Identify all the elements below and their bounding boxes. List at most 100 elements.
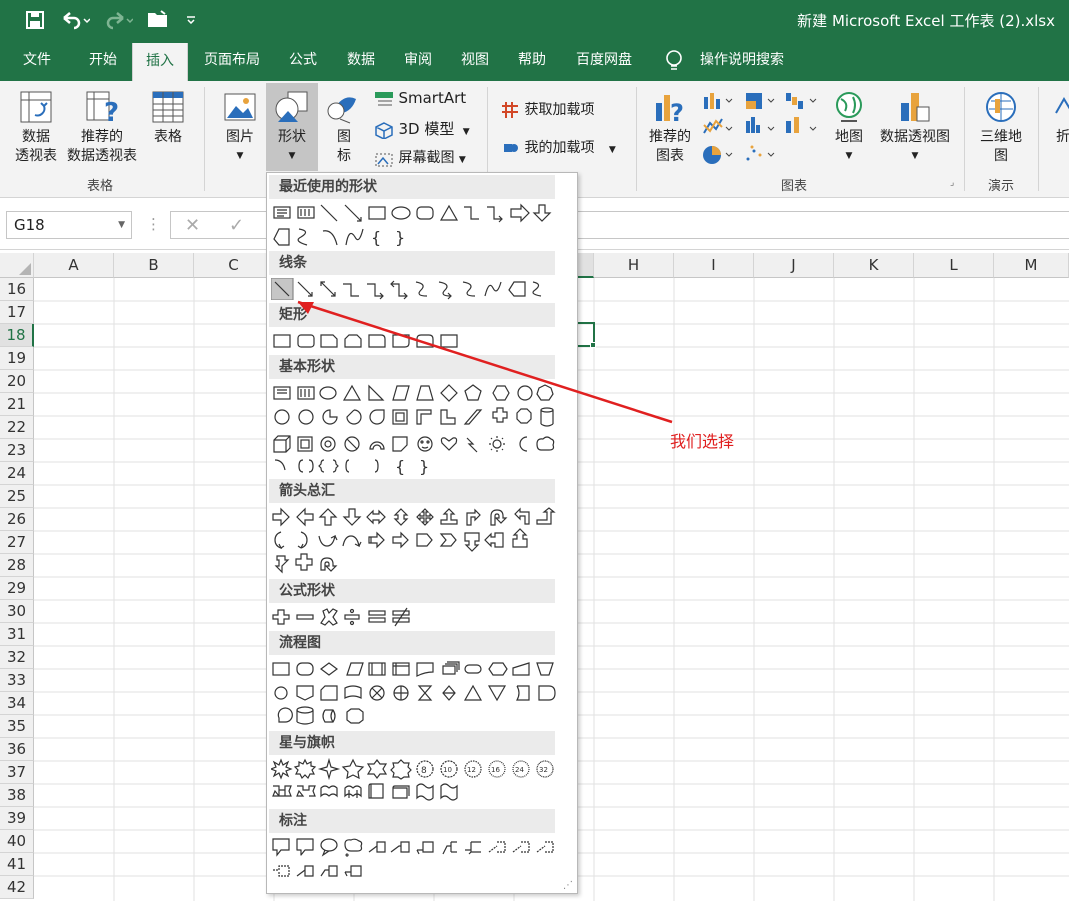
tab-home[interactable]: 开始 — [76, 40, 130, 81]
save-icon[interactable] — [26, 11, 44, 29]
separator — [636, 87, 637, 191]
undo-icon[interactable] — [60, 10, 90, 30]
row-header[interactable]: 33 — [0, 669, 34, 692]
flowchart-grid[interactable] — [271, 658, 561, 728]
row-header[interactable]: 37 — [0, 761, 34, 784]
row-header[interactable]: 41 — [0, 853, 34, 876]
smartart-button[interactable]: SmartArt — [374, 89, 466, 107]
annotation-arrow — [297, 300, 673, 424]
column-header[interactable]: B — [114, 253, 194, 278]
row-header[interactable]: 25 — [0, 485, 34, 508]
column-header[interactable]: K — [834, 253, 914, 278]
row-header[interactable]: 42 — [0, 876, 34, 899]
name-box[interactable]: G18 ▼ — [6, 211, 132, 239]
row-header[interactable]: 21 — [0, 393, 34, 416]
dropdown-arrow: ▼ — [288, 151, 296, 161]
dialog-launcher-icon[interactable]: ⌟ — [950, 178, 954, 188]
tell-me-search[interactable]: 操作说明搜索 — [692, 40, 792, 81]
get-addins-button[interactable]: 获取加载项 — [500, 99, 594, 120]
row-header[interactable]: 27 — [0, 531, 34, 554]
customize-icon[interactable] — [186, 14, 196, 24]
folder-icon[interactable] — [147, 9, 171, 29]
row-header[interactable]: 30 — [0, 600, 34, 623]
tab-data[interactable]: 数据 — [338, 40, 384, 81]
cube-icon — [375, 122, 393, 140]
recent-shapes-row[interactable]: {} — [271, 201, 561, 249]
column-chart-icon — [704, 93, 733, 109]
section-stars-banners: 星与旗帜 — [269, 731, 555, 755]
recommended-pivot-icon: ? — [86, 91, 119, 125]
pictures-button[interactable]: 图片 ▼ — [216, 89, 264, 166]
screenshot-button[interactable]: 屏幕截图 ▼ — [374, 147, 466, 167]
row-header[interactable]: 20 — [0, 370, 34, 393]
formula-bar-grip[interactable]: ⋮ — [146, 215, 161, 233]
column-header[interactable]: C — [194, 253, 274, 278]
tab-view[interactable]: 视图 — [452, 40, 498, 81]
ribbon-tabs: 文件 开始 插入 页面布局 公式 数据 审阅 视图 帮助 百度网盘 操作说明搜索 — [0, 40, 1069, 81]
3d-map-button[interactable]: 三维地 图 — [972, 89, 1030, 166]
row-header[interactable]: 39 — [0, 807, 34, 830]
recommended-charts-icon: ? — [656, 95, 684, 125]
row-header[interactable]: 17 — [0, 301, 34, 324]
row-header[interactable]: 16 — [0, 278, 34, 301]
tab-insert[interactable]: 插入 — [132, 43, 188, 81]
select-all-corner[interactable] — [0, 253, 34, 278]
redo-icon[interactable] — [103, 10, 133, 30]
3d-model-button[interactable]: 3D 模型 ▼ — [374, 118, 470, 140]
row-header[interactable]: 18 — [0, 324, 34, 347]
row-header[interactable]: 23 — [0, 439, 34, 462]
column-header[interactable]: L — [914, 253, 994, 278]
row-header[interactable]: 29 — [0, 577, 34, 600]
row-header[interactable]: 38 — [0, 784, 34, 807]
shapes-button[interactable]: 形状 ▼ — [266, 83, 318, 171]
maps-button[interactable]: 地图 ▼ — [826, 89, 872, 166]
column-header[interactable]: J — [754, 253, 834, 278]
sparkline-icon — [1055, 97, 1069, 114]
combo-chart-icon — [786, 117, 817, 133]
chart-type-gallery[interactable] — [702, 89, 832, 167]
tab-baidu-netdisk[interactable]: 百度网盘 — [566, 40, 642, 81]
callouts-grid[interactable] — [271, 836, 561, 884]
row-header[interactable]: 32 — [0, 646, 34, 669]
row-header[interactable]: 24 — [0, 462, 34, 485]
table-button[interactable]: 表格 — [144, 89, 192, 147]
pivot-table-button[interactable]: 数据 透视表 — [10, 89, 62, 166]
row-header[interactable]: 28 — [0, 554, 34, 577]
tab-review[interactable]: 审阅 — [395, 40, 441, 81]
pivot-table-icon — [20, 91, 52, 123]
row-header[interactable]: 26 — [0, 508, 34, 531]
my-addins-button[interactable]: 我的加载项 ▼ — [500, 137, 616, 158]
resize-grip[interactable]: ⋰ — [563, 880, 573, 891]
block-arrows-grid[interactable] — [271, 506, 561, 576]
tab-page-layout[interactable]: 页面布局 — [194, 40, 270, 81]
row-header[interactable]: 22 — [0, 416, 34, 439]
row-header[interactable]: 40 — [0, 830, 34, 853]
smartart-icon — [375, 92, 393, 106]
tab-formulas[interactable]: 公式 — [280, 40, 326, 81]
row-header[interactable]: 36 — [0, 738, 34, 761]
column-header[interactable]: I — [674, 253, 754, 278]
row-header[interactable]: 34 — [0, 692, 34, 715]
row-header[interactable]: 31 — [0, 623, 34, 646]
column-header[interactable]: M — [994, 253, 1069, 278]
recommended-charts-button[interactable]: ? 推荐的 图表 — [644, 89, 696, 166]
cancel-button[interactable]: ✕ — [185, 215, 200, 236]
stars-banners-grid[interactable]: 8 10 12 16 24 32 — [271, 758, 561, 806]
svg-text:8: 8 — [421, 766, 427, 776]
pivot-chart-icon — [901, 93, 930, 122]
sparkline-button[interactable]: 折 — [1046, 89, 1069, 147]
tab-help[interactable]: 帮助 — [509, 40, 555, 81]
section-recent-shapes: 最近使用的形状 — [269, 175, 555, 199]
recommended-pivot-button[interactable]: ? 推荐的 数据透视表 — [63, 89, 141, 166]
pie-chart-icon — [703, 146, 733, 164]
row-header[interactable]: 19 — [0, 347, 34, 370]
column-header[interactable]: H — [594, 253, 674, 278]
equation-shapes-row[interactable] — [271, 606, 561, 628]
column-header[interactable]: A — [34, 253, 114, 278]
enter-button[interactable]: ✓ — [229, 215, 244, 236]
dropdown-arrow[interactable]: ▼ — [118, 212, 125, 238]
icons-button[interactable]: 图 标 — [322, 89, 366, 166]
pivot-chart-button[interactable]: 数据透视图 ▼ — [874, 89, 956, 166]
tab-file[interactable]: 文件 — [10, 40, 64, 81]
row-header[interactable]: 35 — [0, 715, 34, 738]
